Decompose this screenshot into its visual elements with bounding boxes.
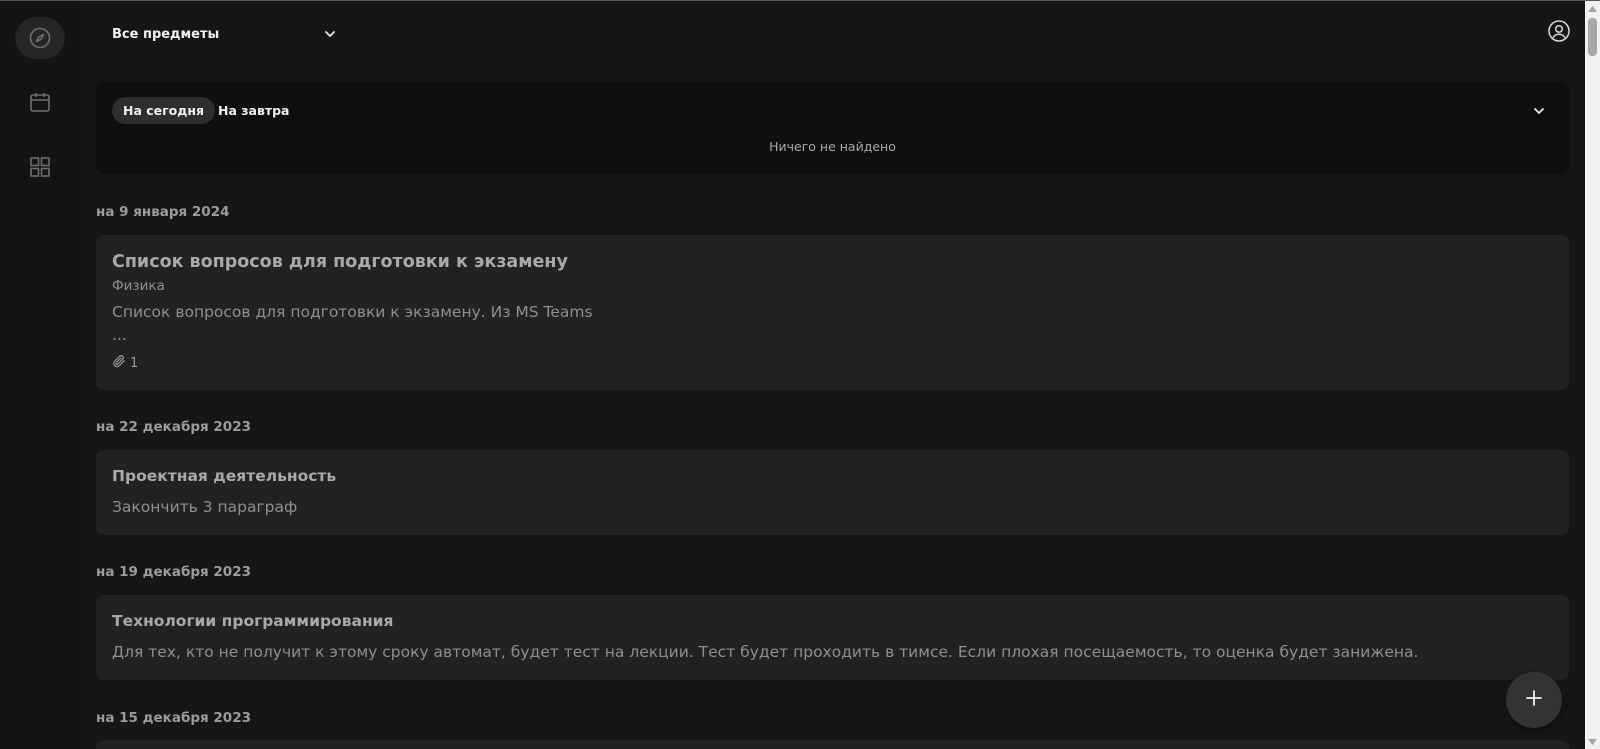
calendar-icon — [28, 90, 52, 114]
date-heading: на 9 января 2024 — [96, 204, 230, 220]
tab-tomorrow[interactable]: На завтра — [207, 97, 300, 124]
card-text: Список вопросов для подготовки к экзамен… — [112, 303, 593, 321]
nav-calendar-button[interactable] — [15, 81, 65, 123]
grid-icon — [28, 155, 52, 179]
nav-rail — [0, 1, 80, 749]
date-heading: на 15 декабря 2023 — [96, 710, 251, 726]
homework-card[interactable] — [96, 740, 1569, 749]
add-homework-button[interactable] — [1506, 672, 1562, 728]
card-subject: Физика — [112, 278, 165, 294]
attachment-count: 1 — [112, 354, 138, 372]
card-title: Список вопросов для подготовки к экзамен… — [112, 252, 568, 272]
homework-card[interactable]: Проектная деятельность Закончить 3 параг… — [96, 450, 1569, 535]
profile-button[interactable] — [1545, 19, 1573, 47]
attachment-count-value: 1 — [130, 355, 139, 371]
plus-icon — [1524, 688, 1544, 712]
subject-filter-label: Все предметы — [112, 26, 220, 42]
today-panel: На сегодня На завтра Ничего не найдено — [96, 81, 1569, 174]
card-title: Технологии программирования — [112, 612, 394, 630]
app-window: Все предметы На сегодня На завтра Ничего… — [0, 0, 1600, 749]
scroll-up-arrow-icon[interactable] — [1585, 1, 1600, 17]
chevron-down-icon — [322, 26, 338, 46]
homework-card[interactable]: Технологии программирования Для тех, кто… — [96, 595, 1569, 680]
empty-message: Ничего не найдено — [769, 139, 896, 154]
date-heading: на 22 декабря 2023 — [96, 419, 251, 435]
card-title: Проектная деятельность — [112, 467, 337, 485]
nav-subjects-button[interactable] — [15, 146, 65, 188]
card-ellipsis: ... — [112, 326, 127, 344]
card-text: Закончить 3 параграф — [112, 498, 298, 516]
compass-icon — [28, 26, 52, 50]
homework-card[interactable]: Список вопросов для подготовки к экзамен… — [96, 235, 1569, 390]
collapse-chevron-icon[interactable] — [1531, 103, 1547, 123]
card-text: Для тех, кто не получит к этому сроку ав… — [112, 643, 1419, 661]
nav-explore-button[interactable] — [15, 17, 65, 59]
scroll-down-arrow-icon[interactable] — [1585, 734, 1600, 749]
paperclip-icon — [112, 354, 126, 372]
scrollbar-thumb[interactable] — [1588, 18, 1597, 56]
user-icon — [1547, 19, 1571, 47]
vertical-scrollbar[interactable] — [1585, 1, 1600, 749]
date-heading: на 19 декабря 2023 — [96, 564, 251, 580]
subject-filter-dropdown[interactable]: Все предметы — [104, 18, 344, 50]
tab-today[interactable]: На сегодня — [112, 97, 216, 124]
